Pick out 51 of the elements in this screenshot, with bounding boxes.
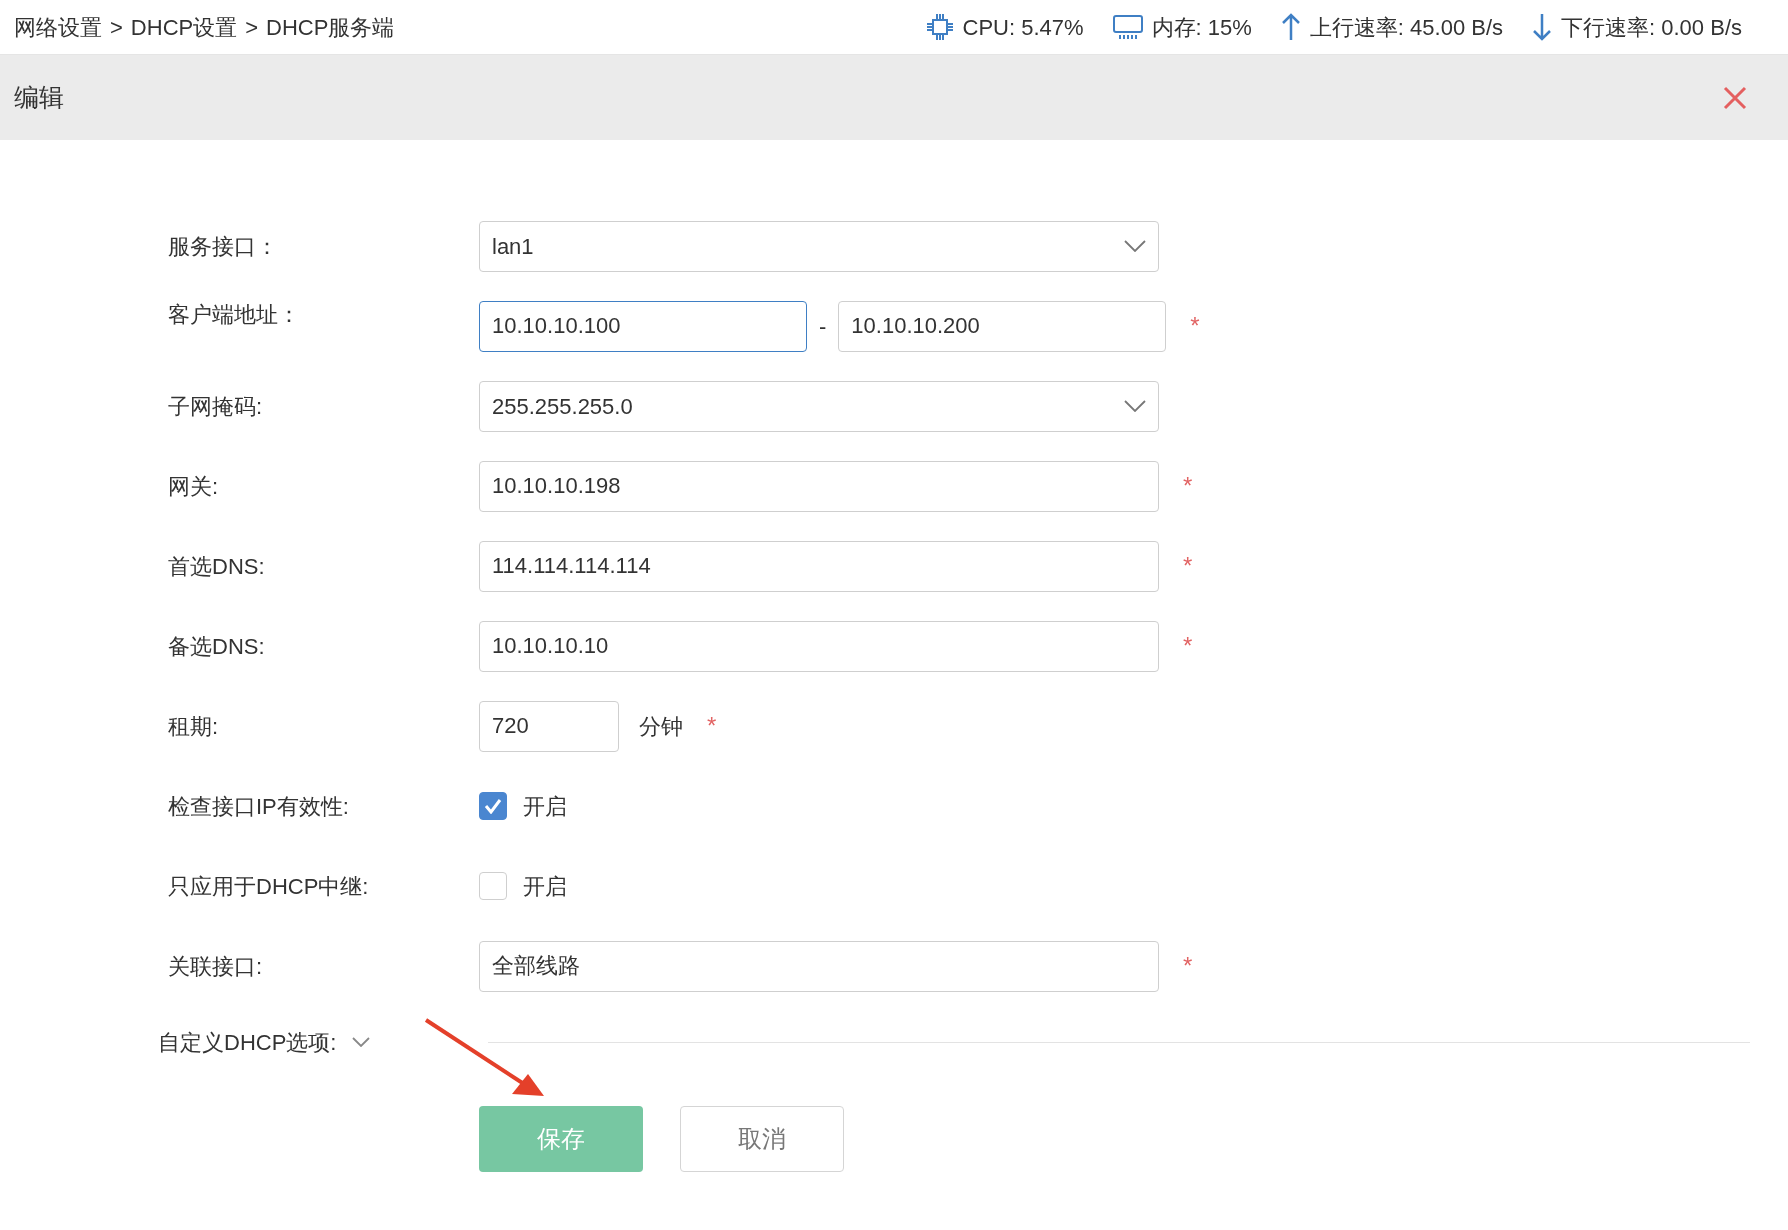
- status-reading: 内存: 15%: [1151, 13, 1252, 42]
- monitor-icon: [1111, 13, 1144, 41]
- field-label: 子网掩码:: [167, 392, 264, 421]
- required-asterisk: *: [1190, 311, 1200, 341]
- chip-icon: [924, 12, 955, 42]
- end-address-field[interactable]: 10.10.10.200: [838, 300, 1167, 352]
- breadcrumb-item[interactable]: DHCP服务端: [266, 10, 395, 44]
- field-label: 服务接口：: [167, 232, 279, 261]
- required-asterisk: *: [1183, 951, 1193, 981]
- field-label: 首选DNS:: [167, 552, 266, 581]
- checkmark-icon: [484, 798, 502, 814]
- breadcrumb-separator: >: [110, 13, 123, 42]
- checkbox[interactable]: [479, 792, 507, 820]
- breadcrumb-separator: >: [245, 13, 259, 42]
- dropdown-field[interactable]: 255.255.255.0: [479, 380, 1159, 432]
- required-asterisk: *: [1183, 551, 1193, 581]
- chevron-down-icon: [1124, 240, 1146, 252]
- custom-options-toggle[interactable]: 自定义DHCP选项:: [158, 1025, 371, 1059]
- field-label: 客户端地址：: [167, 301, 301, 329]
- checkbox[interactable]: [479, 872, 507, 900]
- status-reading: CPU: 5.47%: [962, 13, 1084, 42]
- field-label: 备选DNS:: [167, 632, 266, 661]
- chevron-icon: [352, 1037, 371, 1047]
- required-asterisk: *: [1183, 471, 1193, 501]
- field-label: 网关:: [167, 472, 220, 501]
- checkbox-label: 开启: [523, 792, 567, 821]
- required-asterisk: *: [707, 711, 717, 741]
- field-label: 关联接口:: [167, 952, 264, 981]
- down-arrow-icon: [1531, 12, 1554, 42]
- dropdown-field[interactable]: lan1: [479, 220, 1159, 272]
- field-label: 检查接口IP有效性:: [167, 792, 350, 821]
- chevron-down-icon: [1124, 400, 1146, 412]
- dialog-title: 编辑: [14, 81, 64, 113]
- required-asterisk: *: [1183, 631, 1193, 661]
- text-field[interactable]: 114.114.114.114: [479, 540, 1159, 592]
- checkbox-label: 开启: [523, 872, 567, 901]
- cancel-button[interactable]: 取消: [680, 1106, 844, 1172]
- text-field[interactable]: 10.10.10.10: [479, 620, 1159, 672]
- start-address-field[interactable]: 10.10.10.100: [479, 300, 807, 352]
- close-icon: [1723, 85, 1747, 110]
- breadcrumb-item[interactable]: DHCP设置: [130, 10, 238, 44]
- field-label: 只应用于DHCP中继:: [167, 872, 370, 901]
- text-field[interactable]: 10.10.10.198: [479, 460, 1159, 512]
- breadcrumb-item[interactable]: 网络设置: [14, 10, 102, 44]
- unit-label: 分钟: [639, 712, 683, 741]
- status-reading: 上行速率: 45.00 B/s: [1309, 13, 1504, 42]
- status-reading: 下行速率: 0.00 B/s: [1561, 13, 1742, 42]
- text-field[interactable]: 全部线路: [479, 940, 1159, 992]
- range-separator: -: [819, 312, 827, 341]
- field-label: 租期:: [167, 712, 220, 741]
- lease-field[interactable]: 720: [479, 700, 619, 752]
